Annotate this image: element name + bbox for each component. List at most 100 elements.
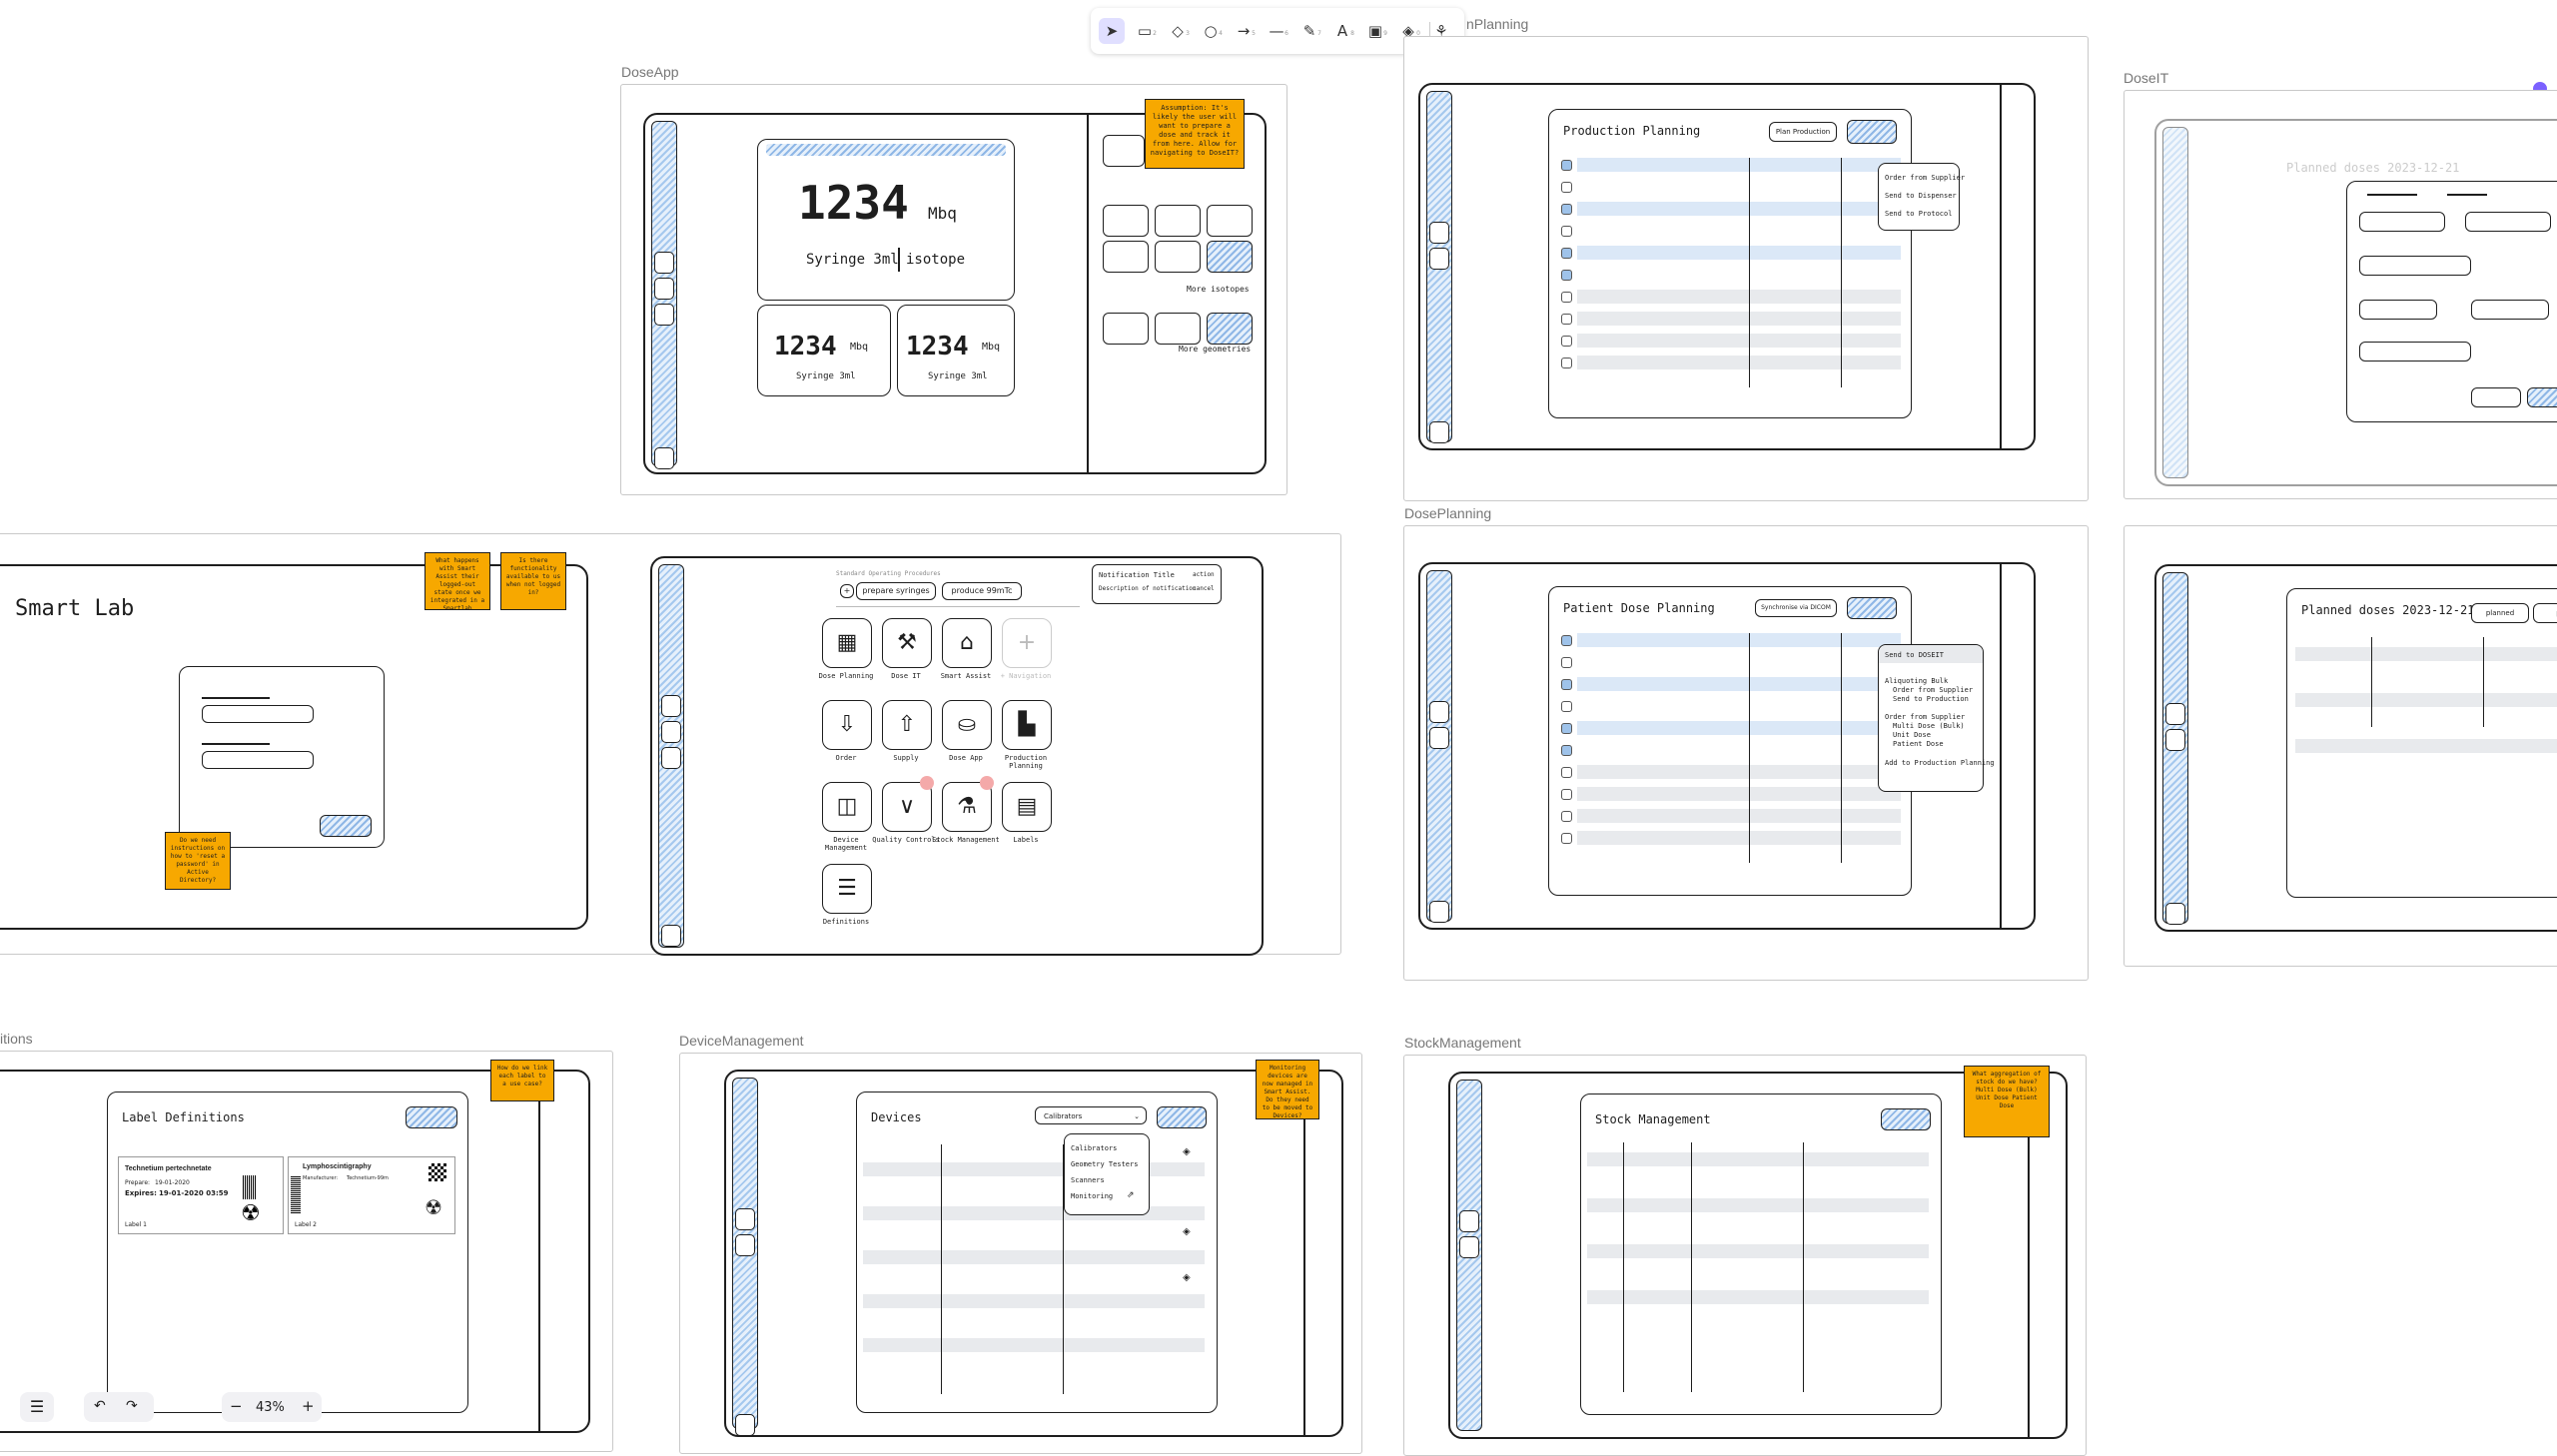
- add-device-button[interactable]: [1157, 1106, 1207, 1128]
- cancel-button[interactable]: [2471, 387, 2521, 407]
- add-stock-button[interactable]: [1881, 1108, 1931, 1130]
- primary-action-button[interactable]: [1847, 597, 1897, 619]
- draw-tool[interactable]: ✎ 7: [1296, 18, 1322, 44]
- row-checkbox[interactable]: [1561, 811, 1572, 822]
- field-input[interactable]: [2471, 300, 2549, 320]
- field-input[interactable]: [2359, 300, 2437, 320]
- sync-dicom-button[interactable]: Synchronise via DICOM: [1755, 599, 1837, 617]
- label-card[interactable]: Lymphoscintigraphy Manufacturer: Technet…: [288, 1156, 455, 1234]
- app-tile[interactable]: ▦: [822, 618, 872, 668]
- username-input[interactable]: [202, 705, 314, 723]
- table-row[interactable]: [1577, 312, 1901, 326]
- table-row[interactable]: [1577, 831, 1901, 845]
- row-checkbox[interactable]: [1561, 789, 1572, 800]
- add-sop-button[interactable]: +: [840, 584, 854, 598]
- app-tile[interactable]: ⇩: [822, 700, 872, 750]
- menu-item[interactable]: Multi Dose (Bulk): [1893, 722, 1965, 730]
- diamond-icon[interactable]: ◈: [1183, 1146, 1191, 1157]
- menu-item[interactable]: Send to Protocol: [1885, 210, 1952, 218]
- dose-card[interactable]: 1234 Mbq Syringe 3ml: [897, 305, 1015, 396]
- diamond-tool[interactable]: ◇ 3: [1165, 18, 1191, 44]
- app-tile[interactable]: ▤: [1002, 782, 1052, 832]
- zoom-level[interactable]: 43%: [256, 1400, 285, 1415]
- table-row[interactable]: [1577, 677, 1901, 691]
- menu-item[interactable]: Unit Dose: [1893, 731, 1931, 739]
- table-row[interactable]: [1577, 290, 1901, 304]
- redo-icon[interactable]: ↷: [126, 1398, 138, 1414]
- menu-item[interactable]: Patient Dose: [1893, 740, 1944, 748]
- label-card[interactable]: Technetium pertechnetate Prepare: 19-01-…: [118, 1156, 284, 1234]
- isotope-option[interactable]: [1103, 205, 1149, 237]
- table-row[interactable]: [1577, 809, 1901, 823]
- menu-item[interactable]: Order from Supplier: [1885, 713, 1965, 721]
- zoom-in-button[interactable]: +: [302, 1397, 315, 1415]
- login-button[interactable]: [320, 815, 372, 837]
- app-tile[interactable]: ☰: [822, 864, 872, 914]
- table-row[interactable]: [1577, 721, 1901, 735]
- sop-chip[interactable]: produce 99mTc: [942, 582, 1022, 600]
- geometry-option[interactable]: [1155, 313, 1201, 345]
- sop-chip[interactable]: prepare syringes: [856, 582, 936, 600]
- menu-item[interactable]: Aliquoting Bulk: [1885, 677, 1948, 685]
- isotope-option[interactable]: [1103, 241, 1149, 273]
- notification-action[interactable]: action: [1193, 571, 1215, 578]
- isotope-option[interactable]: [1155, 205, 1201, 237]
- app-tile[interactable]: ⇧: [882, 700, 932, 750]
- row-checkbox[interactable]: [1561, 358, 1572, 368]
- app-tile[interactable]: ▙: [1002, 700, 1052, 750]
- app-tile[interactable]: ⛀: [942, 700, 992, 750]
- menu-item[interactable]: Order from Supplier: [1893, 686, 1973, 694]
- row-checkbox[interactable]: [1561, 767, 1572, 778]
- menu-item[interactable]: Monitoring: [1071, 1192, 1113, 1200]
- field-input[interactable]: [2359, 342, 2471, 362]
- app-tile[interactable]: ⚒: [882, 618, 932, 668]
- rectangle-tool[interactable]: ▭ 2: [1132, 18, 1158, 44]
- text-tool[interactable]: A8: [1329, 18, 1355, 44]
- menu-item[interactable]: Scanners: [1071, 1176, 1105, 1184]
- primary-dose-card[interactable]: 1234 Mbq Syringe 3ml isotope: [757, 139, 1015, 301]
- row-checkbox[interactable]: [1561, 657, 1572, 668]
- row-checkbox[interactable]: [1561, 723, 1572, 734]
- table-row[interactable]: [1577, 202, 1901, 216]
- arrow-tool[interactable]: → 5: [1231, 18, 1257, 44]
- isotope-option[interactable]: [1207, 205, 1253, 237]
- row-checkbox[interactable]: [1561, 745, 1572, 756]
- row-checkbox[interactable]: [1561, 270, 1572, 281]
- table-row[interactable]: [1577, 765, 1901, 779]
- zoom-out-button[interactable]: −: [230, 1397, 243, 1415]
- table-row[interactable]: [1577, 246, 1901, 260]
- menu-item[interactable]: Add to Production Planning: [1885, 759, 1995, 767]
- geometry-option[interactable]: [1103, 313, 1149, 345]
- tab-production[interactable]: pro: [2533, 603, 2557, 623]
- menu-item[interactable]: Calibrators: [1071, 1144, 1117, 1152]
- app-tile[interactable]: ◫: [822, 782, 872, 832]
- menu-item[interactable]: Send to DOSEIT: [1885, 651, 1944, 659]
- external-link-icon[interactable]: ⇗: [1127, 1190, 1135, 1200]
- diamond-icon[interactable]: ◈: [1183, 1272, 1191, 1283]
- row-checkbox[interactable]: [1561, 292, 1572, 303]
- row-checkbox[interactable]: [1561, 248, 1572, 259]
- dose-card[interactable]: 1234 Mbq Syringe 3ml: [757, 305, 891, 396]
- device-type-dropdown[interactable]: Calibrators ⌄: [1035, 1106, 1147, 1124]
- app-tile[interactable]: ⌂: [942, 618, 992, 668]
- ellipse-tool[interactable]: ○ 4: [1198, 18, 1224, 44]
- row-checkbox[interactable]: [1561, 336, 1572, 347]
- row-checkbox[interactable]: [1561, 635, 1572, 646]
- table-row[interactable]: [1577, 158, 1901, 172]
- save-button[interactable]: [2527, 387, 2557, 407]
- menu-item[interactable]: Send to Production: [1893, 695, 1969, 703]
- add-label-button[interactable]: [406, 1106, 457, 1128]
- table-row[interactable]: [1577, 633, 1901, 647]
- password-input[interactable]: [202, 751, 314, 769]
- row-checkbox[interactable]: [1561, 182, 1572, 193]
- isotope-option[interactable]: [1155, 241, 1201, 273]
- row-checkbox[interactable]: [1561, 701, 1572, 712]
- isotope-option[interactable]: [1207, 241, 1253, 273]
- row-checkbox[interactable]: [1561, 314, 1572, 325]
- app-tile[interactable]: +: [1002, 618, 1052, 668]
- row-checkbox[interactable]: [1561, 160, 1572, 171]
- table-row[interactable]: [1577, 334, 1901, 348]
- row-checkbox[interactable]: [1561, 679, 1572, 690]
- row-checkbox[interactable]: [1561, 204, 1572, 215]
- more-isotopes-link[interactable]: More isotopes: [1187, 285, 1250, 294]
